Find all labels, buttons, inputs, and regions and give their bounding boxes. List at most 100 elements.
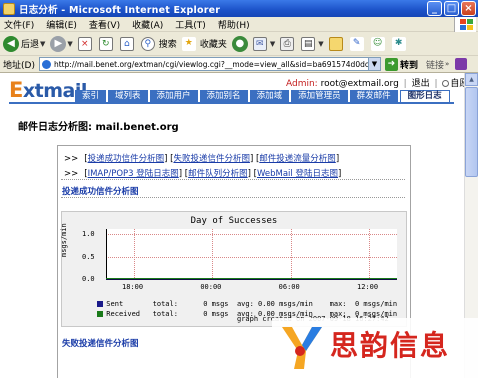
successes-chart: Day of Successes msgs/min Sent total: 0 …	[60, 211, 407, 327]
logout-link[interactable]: 退出	[412, 79, 430, 89]
address-url: http://mail.benet.org/extman/cgi/viewlog…	[53, 59, 369, 69]
go-label: 转到	[399, 60, 418, 71]
page-title: 邮件日志分析图: mail.benet.org	[18, 122, 179, 133]
scrollbar-thumb[interactable]	[465, 87, 478, 177]
back-label: 后退	[21, 40, 40, 50]
divider	[61, 179, 405, 180]
link-imap-pop3-log[interactable]: IMAP/POP3 登陆日志图	[88, 169, 179, 179]
refresh-button[interactable]: ↻	[98, 36, 115, 51]
chart-x-tick-label: 12:00	[357, 283, 379, 291]
login-info: Admin: root@extmail.org | 退出 | 自愿捣助	[286, 76, 478, 89]
messenger-button[interactable]: ☺	[370, 36, 387, 51]
favorites-label: 收藏夹	[199, 40, 227, 50]
menu-bar: 文件(F) 编辑(E) 查看(V) 收藏(A) 工具(T) 帮助(H)	[0, 17, 478, 32]
menu-view[interactable]: 查看(V)	[89, 18, 120, 31]
address-dropdown-button[interactable]: ▼	[368, 57, 381, 71]
extra-tool-button[interactable]: ✱	[391, 36, 408, 51]
menu-file[interactable]: 文件(F)	[4, 18, 34, 31]
watermark: 思韵信息	[272, 318, 478, 378]
mail-button[interactable]: ✉ ▼	[252, 36, 275, 51]
link-row-1: >> [投递成功信件分析图] [失败投递信件分析图] [邮件投递流量分析图]	[64, 154, 340, 164]
link-delivered-success[interactable]: 投递成功信件分析图	[88, 154, 165, 164]
folder-icon	[328, 36, 343, 51]
section-title-success: 投递成功信件分析图	[62, 187, 139, 197]
printer-icon: ⎙	[280, 36, 295, 51]
link-row-2: >> [IMAP/POP3 登陆日志图] [邮件队列分析图] [WebMail 登…	[64, 169, 342, 179]
go-button[interactable]: ➜ 转到	[384, 57, 418, 71]
watermark-text: 思韵信息	[330, 329, 451, 362]
messenger-icon: ☺	[370, 36, 385, 51]
extension-icon[interactable]	[455, 58, 468, 70]
chevron-down-icon[interactable]: ▼	[67, 40, 72, 48]
menu-edit[interactable]: 编辑(E)	[46, 18, 77, 31]
search-label: 搜索	[158, 40, 177, 50]
link-webmail-log[interactable]: WebMail 登陆日志图	[257, 169, 338, 179]
stop-button[interactable]: ×	[77, 36, 94, 51]
refresh-icon: ↻	[98, 36, 113, 51]
go-arrow-icon: ➜	[384, 57, 398, 71]
link-row-marker: >>	[64, 154, 79, 164]
address-label: 地址(D)	[3, 60, 35, 71]
logo-letter-e: E	[9, 78, 23, 102]
address-bar: 地址(D) http://mail.benet.org/extman/cgi/v…	[0, 56, 478, 73]
tool-icon: ✱	[391, 36, 406, 51]
favorites-button[interactable]: ★ 收藏夹	[181, 36, 227, 51]
home-icon: ⌂	[119, 36, 134, 51]
minimize-button[interactable]: _	[427, 1, 442, 16]
link-delivery-failed[interactable]: 失败投递信件分析图	[173, 154, 250, 164]
media-button[interactable]: ●	[231, 35, 248, 52]
research-button[interactable]: ✎	[349, 36, 366, 51]
ie-page-icon	[3, 2, 15, 15]
refresh-icon	[442, 80, 450, 87]
links-button[interactable]: 链接	[426, 58, 444, 71]
chevron-down-icon[interactable]: ▼	[270, 40, 275, 48]
document-icon: ▤	[301, 36, 316, 51]
window-title: 日志分析 - Microsoft Internet Explorer	[19, 4, 221, 16]
separator: |	[434, 79, 438, 89]
admin-label: Admin:	[286, 79, 318, 89]
forward-arrow-icon: ▶	[50, 35, 67, 52]
chevron-right-icon[interactable]: »	[445, 60, 449, 68]
scroll-up-arrow-icon[interactable]: ▲	[465, 73, 478, 86]
nav-underline	[9, 102, 454, 104]
link-delivery-traffic[interactable]: 邮件投递流量分析图	[259, 154, 336, 164]
windows-flag-icon	[454, 17, 476, 32]
menu-favorites[interactable]: 收藏(A)	[132, 18, 163, 31]
chart-x-tick-label: 18:00	[122, 283, 144, 291]
back-button[interactable]: ◀ 后退 ▼	[3, 35, 45, 52]
discuss-button[interactable]	[328, 36, 345, 51]
legend-swatch-received	[97, 311, 104, 317]
home-button[interactable]: ⌂	[119, 36, 136, 51]
separator: |	[403, 79, 407, 89]
chevron-down-icon[interactable]: ▼	[40, 40, 45, 48]
address-input[interactable]: http://mail.benet.org/extman/cgi/viewlog…	[38, 57, 369, 71]
chart-y-tick-label: 0.0	[82, 275, 95, 283]
chart-y-tick-label: 1.0	[82, 230, 95, 238]
link-mail-queue[interactable]: 邮件队列分析图	[188, 169, 248, 179]
print-button[interactable]: ⎙	[280, 36, 296, 51]
chevron-down-icon[interactable]: ▼	[318, 40, 323, 48]
back-arrow-icon: ◀	[3, 35, 19, 52]
title-bar: 日志分析 - Microsoft Internet Explorer _ □ ×	[0, 0, 478, 17]
admin-user: root@extmail.org	[320, 79, 399, 89]
toolbar: ◀ 后退 ▼ ▶ ▼ × ↻ ⌂ ⚲ 搜索 ★ 收藏夹 ● ✉ ▼ ⎙ ▤ ▼ …	[0, 32, 478, 56]
watermark-logo-icon	[282, 327, 322, 369]
edit-button[interactable]: ▤ ▼	[301, 36, 324, 51]
chart-x-tick-label: 06:00	[278, 283, 300, 291]
chart-x-tick-label: 00:00	[200, 283, 222, 291]
menu-tools[interactable]: 工具(T)	[175, 18, 206, 31]
section-title-failed: 失败投递信件分析图	[62, 339, 139, 349]
chart-y-tick-label: 0.5	[82, 252, 95, 261]
ie-page-icon	[41, 59, 51, 69]
search-icon: ⚲	[140, 36, 155, 51]
close-button[interactable]: ×	[461, 1, 476, 16]
stop-icon: ×	[77, 36, 92, 51]
menu-help[interactable]: 帮助(H)	[218, 18, 250, 31]
mail-icon: ✉	[252, 36, 267, 51]
link-row-marker: >>	[64, 169, 79, 179]
search-button[interactable]: ⚲ 搜索	[140, 36, 177, 51]
star-icon: ★	[181, 36, 196, 51]
maximize-button[interactable]: □	[444, 1, 459, 16]
media-icon: ●	[231, 35, 248, 52]
forward-button[interactable]: ▶ ▼	[50, 35, 73, 52]
